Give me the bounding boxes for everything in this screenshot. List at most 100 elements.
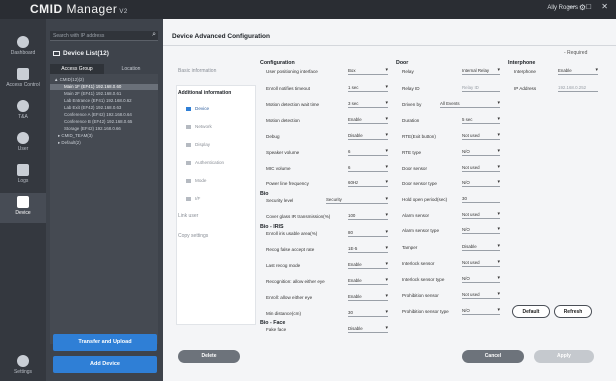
nav-ta[interactable]: T&A bbox=[0, 97, 46, 127]
nav-logs[interactable]: Logs bbox=[0, 161, 46, 191]
cancel-button[interactable]: Cancel bbox=[462, 350, 524, 363]
tab-location[interactable]: Location bbox=[104, 64, 158, 74]
subnav-label: I/F bbox=[195, 196, 201, 201]
ip-address-field[interactable]: 192.168.0.252 bbox=[558, 84, 598, 92]
field-label: Door sensor bbox=[402, 166, 428, 171]
dropdown[interactable]: 30 ▾ bbox=[348, 309, 388, 317]
field-label: Interphone bbox=[514, 69, 536, 74]
refresh-button[interactable]: Refresh bbox=[554, 305, 592, 318]
tree-group[interactable]: ▸ CMID_TEAM(3) bbox=[50, 133, 158, 139]
hold-open-input[interactable]: 30 bbox=[462, 195, 500, 203]
search-input[interactable]: Search with IP address ⌕ bbox=[50, 31, 158, 41]
monitor-icon bbox=[53, 50, 60, 56]
dropdown[interactable]: 1 sec ▾ bbox=[348, 84, 388, 92]
relay-id-field[interactable]: Relay ID bbox=[462, 84, 500, 92]
chevron-down-icon: ▾ bbox=[385, 196, 388, 202]
default-button[interactable]: Default bbox=[512, 305, 550, 318]
window-controls[interactable]: — □ ✕ bbox=[568, 2, 612, 11]
dropdown[interactable]: Box ▾ bbox=[348, 67, 388, 75]
dropdown[interactable]: 100 ▾ bbox=[348, 212, 388, 220]
dropdown-value: 100 bbox=[348, 213, 356, 218]
dropdown[interactable]: Disable ▾ bbox=[462, 243, 500, 251]
dropdown[interactable]: Security ▾ bbox=[326, 196, 388, 204]
additional-info-box bbox=[176, 85, 256, 325]
search-icon[interactable]: ⌕ bbox=[152, 31, 156, 39]
input-value: Relay ID bbox=[462, 85, 479, 90]
tab-access-group[interactable]: Access Group bbox=[50, 64, 104, 74]
subnav-label: Display bbox=[195, 142, 211, 147]
subnav-if[interactable]: I/F bbox=[186, 196, 200, 201]
dropdown[interactable]: N/O ▾ bbox=[462, 226, 500, 234]
dropdown[interactable]: Enable ▾ bbox=[348, 277, 388, 285]
tree-group[interactable]: ▸ Default(2) bbox=[50, 140, 158, 146]
dropdown[interactable]: N/O ▾ bbox=[462, 275, 500, 283]
subnav-network[interactable]: Network bbox=[186, 124, 212, 129]
field-label: Alarm sensor type bbox=[402, 228, 440, 233]
transfer-upload-button[interactable]: Transfer and Upload bbox=[53, 334, 157, 351]
dropdown[interactable]: Not used ▾ bbox=[462, 211, 500, 219]
subnav-device[interactable]: Device bbox=[186, 106, 209, 111]
section-bio: Bio bbox=[260, 191, 269, 197]
field-label: Interlock sensor type bbox=[402, 277, 445, 282]
nav-link-user[interactable]: Link user bbox=[178, 213, 258, 219]
nav-basic-information[interactable]: Basic information bbox=[178, 68, 258, 74]
dropdown[interactable]: Not used ▾ bbox=[462, 291, 500, 299]
nav-label: Access Control bbox=[6, 82, 40, 88]
subnav-display[interactable]: Display bbox=[186, 142, 210, 147]
dropdown[interactable]: 3 sec ▾ bbox=[348, 100, 388, 108]
nav-device[interactable]: Device bbox=[0, 193, 46, 223]
dropdown[interactable]: N/O ▾ bbox=[462, 179, 500, 187]
dropdown[interactable]: 60Hz ▾ bbox=[348, 179, 388, 187]
dropdown[interactable]: Disable ▾ bbox=[348, 132, 388, 140]
dropdown[interactable]: Enable ▾ bbox=[348, 116, 388, 124]
nav-access-control[interactable]: Access Control bbox=[0, 65, 46, 95]
chevron-down-icon: ▾ bbox=[497, 179, 500, 185]
tree-device[interactable]: Conference A (EF42) 192.168.0.64 bbox=[50, 112, 158, 118]
dropdown[interactable]: 1E-5 ▾ bbox=[348, 245, 388, 253]
dropdown[interactable]: All Events ▾ bbox=[440, 100, 500, 108]
dropdown[interactable]: Internal Relay ▾ bbox=[462, 67, 500, 75]
delete-button[interactable]: Delete bbox=[178, 350, 240, 363]
dropdown-value: Enable bbox=[348, 117, 362, 122]
dropdown[interactable]: 6 ▾ bbox=[348, 148, 388, 156]
tree-device[interactable]: Conference B (EF42) 192.168.0.65 bbox=[50, 119, 158, 125]
tree-group[interactable]: ▲ CMID(12)(2) bbox=[50, 77, 158, 83]
dropdown[interactable]: Disable ▾ bbox=[348, 325, 388, 333]
dropdown[interactable]: Enable ▾ bbox=[348, 261, 388, 269]
subnav-authentication[interactable]: Authentication bbox=[186, 160, 224, 165]
nav-dashboard[interactable]: Dashboard bbox=[0, 33, 46, 63]
nav-user[interactable]: User bbox=[0, 129, 46, 159]
dropdown[interactable]: 6 ▾ bbox=[348, 164, 388, 172]
dropdown-value: 1 sec bbox=[348, 85, 359, 90]
chevron-down-icon: ▾ bbox=[385, 116, 388, 122]
dropdown[interactable]: Enable ▾ bbox=[348, 293, 388, 301]
dropdown-value: N/O bbox=[462, 227, 470, 232]
dropdown[interactable]: 80 ▾ bbox=[348, 229, 388, 237]
dropdown[interactable]: N/O ▾ bbox=[462, 307, 500, 315]
input-value: 192.168.0.252 bbox=[558, 85, 587, 90]
display-icon bbox=[186, 142, 191, 147]
nav-copy-settings[interactable]: Copy settings bbox=[178, 233, 258, 239]
dropdown-value: 6 bbox=[348, 165, 351, 170]
tree-device[interactable]: Storage (EF42) 192.168.0.66 bbox=[50, 126, 158, 132]
apply-button[interactable]: Apply bbox=[534, 350, 594, 363]
dropdown[interactable]: Enable ▾ bbox=[558, 67, 598, 75]
tree-device[interactable]: Lab Exit (EF42) 192.168.0.63 bbox=[50, 105, 158, 111]
dropdown[interactable]: Not used ▾ bbox=[462, 259, 500, 267]
tree-device[interactable]: Main 2F (EF41) 192.168.0.61 bbox=[50, 91, 158, 97]
dropdown[interactable]: 5 sec ▾ bbox=[462, 116, 500, 124]
nav-settings[interactable]: Settings bbox=[0, 353, 46, 381]
dropdown[interactable]: Not used ▾ bbox=[462, 164, 500, 172]
subnav-mode[interactable]: Mode bbox=[186, 178, 207, 183]
nav-label: Dashboard bbox=[10, 50, 36, 56]
nav-additional-information[interactable]: Additional information bbox=[178, 90, 258, 96]
field-label: MIC volume bbox=[266, 166, 291, 171]
add-device-button[interactable]: Add Device bbox=[53, 356, 157, 373]
dropdown[interactable]: N/O ▾ bbox=[462, 148, 500, 156]
device-list-label: Device List(12) bbox=[63, 50, 109, 57]
device-list-title: Device List(12) bbox=[53, 50, 109, 57]
tree-device[interactable]: Main 1F (EF41) 192.168.0.60 bbox=[50, 84, 158, 90]
field-label: Power line frequency bbox=[266, 181, 309, 186]
tree-device[interactable]: Lab Entrance (EF41) 192.168.0.62 bbox=[50, 98, 158, 104]
dropdown[interactable]: Not used ▾ bbox=[462, 132, 500, 140]
